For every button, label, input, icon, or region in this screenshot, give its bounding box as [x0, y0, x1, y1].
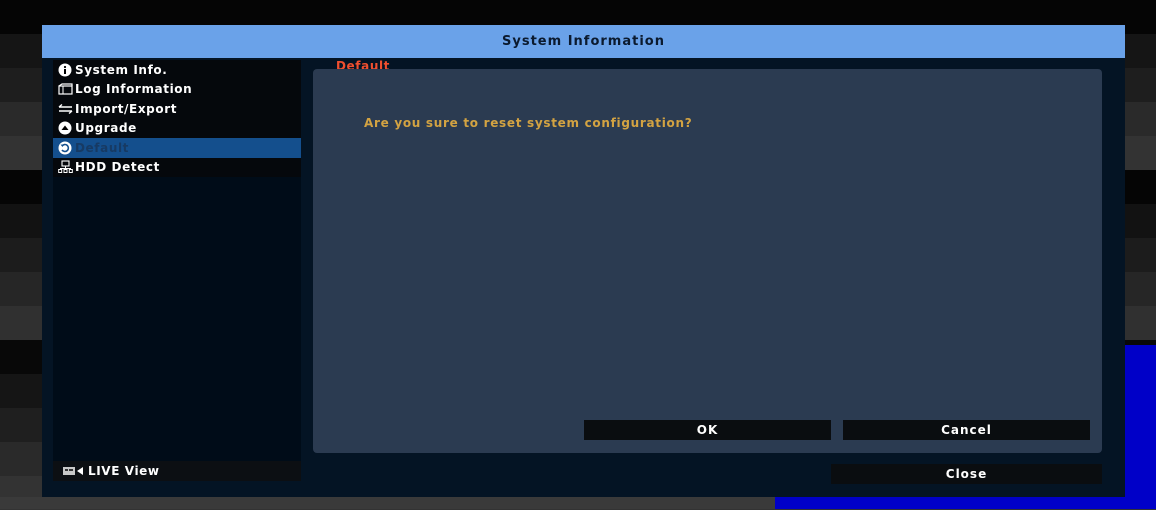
dialog-title: System Information	[42, 25, 1125, 58]
close-button[interactable]: Close	[831, 464, 1102, 484]
system-information-dialog: System Information System Info. Log Info…	[42, 25, 1125, 497]
sidebar-item-import-export[interactable]: Import/Export	[53, 99, 301, 119]
info-icon	[57, 63, 73, 77]
hdd-icon	[57, 160, 73, 174]
sidebar-item-label: System Info.	[75, 62, 168, 77]
sidebar-item-log-information[interactable]: Log Information	[53, 79, 301, 99]
sidebar-item-label: Default	[75, 140, 130, 155]
background-bar	[0, 497, 775, 509]
log-icon	[57, 82, 73, 96]
confirm-message: Are you sure to reset system configurati…	[364, 116, 693, 130]
ok-button[interactable]: OK	[584, 420, 831, 440]
sidebar-item-hdd-detect[interactable]: HDD Detect	[53, 157, 301, 177]
sidebar-item-upgrade[interactable]: Upgrade	[53, 118, 301, 138]
cancel-button[interactable]: Cancel	[843, 420, 1090, 440]
sidebar-item-label: Import/Export	[75, 101, 178, 116]
live-view-icon	[63, 466, 85, 476]
sidebar: System Info. Log Information Import/Expo…	[53, 60, 301, 480]
content-panel: Are you sure to reset system configurati…	[313, 69, 1102, 453]
sidebar-item-label: Log Information	[75, 82, 193, 97]
upgrade-icon	[57, 121, 73, 135]
reset-icon	[57, 141, 73, 155]
live-view-label: LIVE View	[88, 464, 160, 478]
sidebar-item-label: HDD Detect	[75, 160, 160, 175]
live-view-button[interactable]: LIVE View	[53, 461, 301, 481]
sidebar-item-system-info[interactable]: System Info.	[53, 60, 301, 80]
import-export-icon	[57, 102, 73, 116]
sidebar-item-label: Upgrade	[75, 121, 137, 136]
sidebar-item-default[interactable]: Default	[53, 138, 301, 158]
